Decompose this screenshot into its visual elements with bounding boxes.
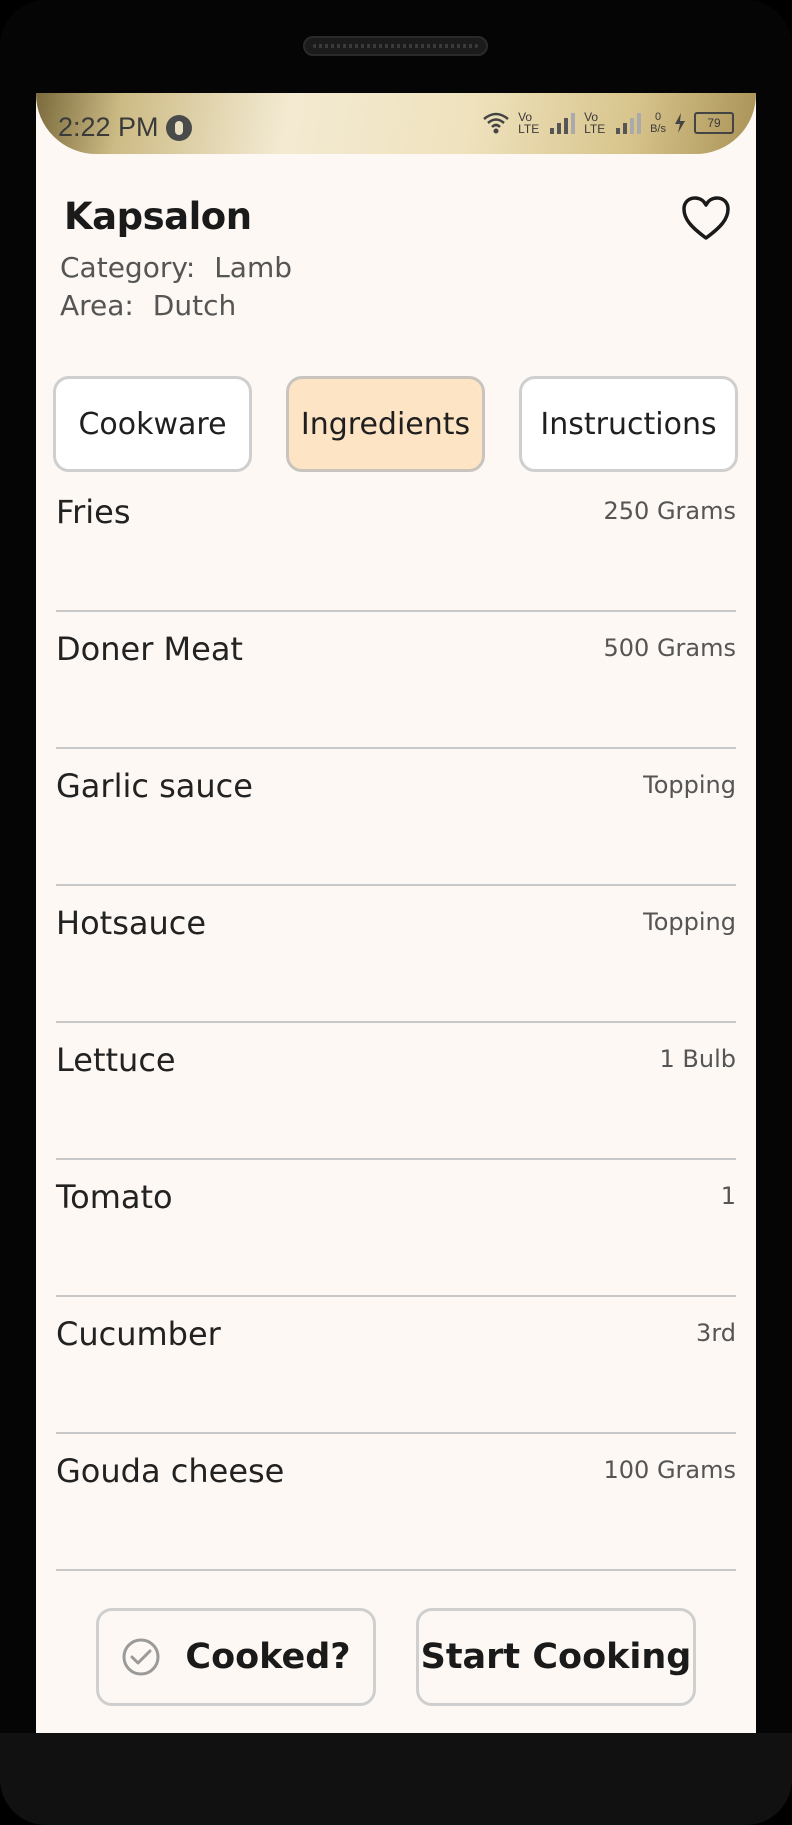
battery-level: 79 (694, 112, 734, 134)
ingredient-row: Hotsauce Topping (56, 886, 736, 1023)
ingredient-row: Gouda cheese 100 Grams (56, 1434, 736, 1571)
ingredient-qty: 1 Bulb (659, 1045, 736, 1073)
area-line: Area: Dutch (60, 289, 236, 322)
phone-chin (0, 1733, 792, 1825)
cooked-button-label: Cooked? (185, 1637, 351, 1677)
ingredient-qty: 1 (720, 1182, 736, 1210)
ingredient-row: Fries 250 Grams (56, 475, 736, 612)
tab-cookware[interactable]: Cookware (53, 376, 252, 472)
ingredient-name: Hotsauce (56, 904, 207, 942)
ingredient-name: Gouda cheese (56, 1452, 285, 1490)
ingredient-name: Cucumber (56, 1315, 221, 1353)
ingredient-qty: 100 Grams (603, 1456, 737, 1484)
tab-instructions[interactable]: Instructions (519, 376, 738, 472)
ingredient-row: Garlic sauce Topping (56, 749, 736, 886)
signal-bars-1-icon (550, 112, 576, 134)
ingredient-row: Cucumber 3rd (56, 1297, 736, 1434)
earpiece-speaker (303, 36, 488, 56)
ingredient-qty: 500 Grams (603, 634, 737, 662)
charging-icon (675, 113, 685, 133)
app-screen: 2:22 PM Vo LTE Vo LTE 0 B/s 79 Kapsalon … (36, 93, 756, 1733)
ingredient-name: Lettuce (56, 1041, 176, 1079)
volte-badge-2: Vo LTE (584, 110, 606, 136)
ingredient-qty: 3rd (696, 1319, 736, 1347)
status-bar: 2:22 PM Vo LTE Vo LTE 0 B/s 79 (36, 93, 756, 154)
favorite-heart-icon[interactable] (681, 195, 731, 241)
ingredient-name: Fries (56, 493, 131, 531)
ingredient-qty: Topping (643, 908, 736, 936)
ingredient-row: Tomato 1 (56, 1160, 736, 1297)
phone-frame: 2:22 PM Vo LTE Vo LTE 0 B/s 79 Kapsalon … (0, 0, 792, 1825)
net-speed-unit: B/s (650, 123, 666, 135)
area-label: Area: (60, 289, 134, 322)
volte-badge-1: Vo LTE (518, 110, 540, 136)
cooked-button[interactable]: Cooked? (96, 1608, 376, 1706)
signal-bars-2-icon (616, 112, 642, 134)
status-icons: Vo LTE Vo LTE 0 B/s 79 (482, 111, 734, 135)
ingredient-qty: 250 Grams (603, 497, 737, 525)
category-line: Category: Lamb (60, 251, 292, 284)
category-value: Lamb (214, 251, 293, 284)
ingredient-name: Garlic sauce (56, 767, 253, 805)
area-value: Dutch (152, 289, 237, 322)
start-cooking-button[interactable]: Start Cooking (416, 1608, 696, 1706)
ingredient-row: Doner Meat 500 Grams (56, 612, 736, 749)
tab-ingredients[interactable]: Ingredients (286, 376, 485, 472)
net-speed-value: 0 (654, 111, 662, 123)
ingredient-name: Doner Meat (56, 630, 243, 668)
ingredient-row: Lettuce 1 Bulb (56, 1023, 736, 1160)
ingredient-qty: Topping (643, 771, 736, 799)
recipe-title: Kapsalon (64, 195, 252, 238)
net-speed: 0 B/s (650, 111, 666, 135)
check-circle-icon (122, 1638, 160, 1676)
ingredient-name: Tomato (56, 1178, 173, 1216)
status-time: 2:22 PM (58, 112, 159, 142)
category-label: Category: (60, 251, 196, 284)
wifi-icon (483, 112, 509, 134)
app-notification-icon (166, 115, 192, 141)
